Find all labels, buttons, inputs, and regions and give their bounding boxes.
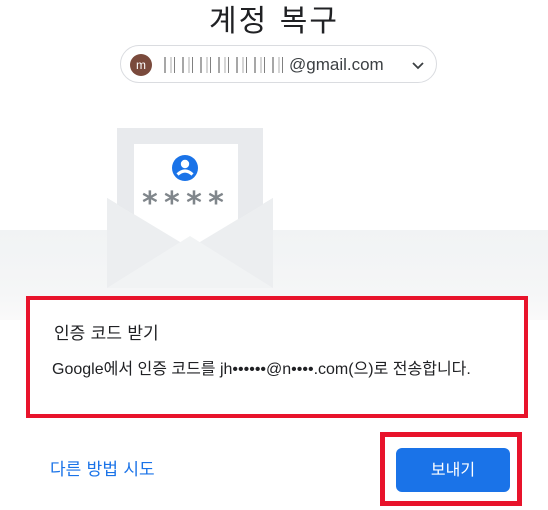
- option-heading: 인증 코드 받기: [54, 324, 159, 344]
- email-domain: @gmail.com: [289, 55, 384, 74]
- chevron-down-icon: [412, 62, 424, 70]
- verification-option-card: 인증 코드 받기 Google에서 인증 코드를 jh••••••@n••••.…: [26, 296, 528, 418]
- envelope-code-illustration: ****: [107, 128, 273, 288]
- redacted-email-username: [161, 57, 289, 73]
- masked-code-text: ****: [141, 186, 229, 221]
- option-description: Google에서 인증 코드를 jh••••••@n••••.com(으)로 전…: [52, 361, 471, 378]
- try-another-way-link[interactable]: 다른 방법 시도: [50, 455, 155, 480]
- page-title: 계정 복구: [209, 4, 339, 39]
- avatar: m: [130, 54, 152, 76]
- send-button[interactable]: 보내기: [396, 448, 510, 492]
- account-chip[interactable]: m @gmail.com: [120, 45, 437, 83]
